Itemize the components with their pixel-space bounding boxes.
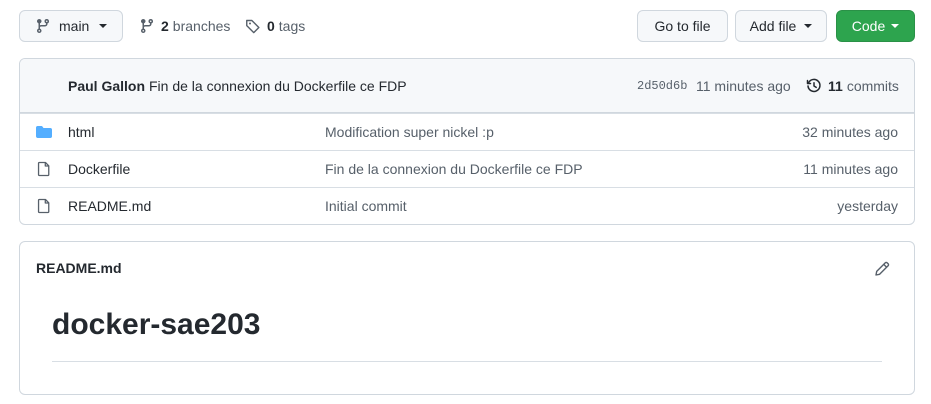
readme-filename: README.md — [36, 260, 122, 276]
file-commit-age: 32 minutes ago — [802, 124, 898, 140]
branch-select-label: main — [59, 18, 90, 34]
file-name-link[interactable]: README.md — [68, 198, 151, 214]
file-commit-message-link[interactable]: Fin de la connexion du Dockerfile ce FDP — [325, 161, 583, 177]
git-branch-icon — [36, 19, 49, 34]
add-file-label: Add file — [749, 18, 797, 34]
readme-panel: README.md docker-sae203 — [19, 241, 915, 395]
repo-toolbar: main 2 branches 0 tags Go to file Add fi… — [19, 10, 915, 42]
branches-label: branches — [172, 18, 231, 34]
readme-heading-divider — [52, 361, 882, 362]
go-to-file-label: Go to file — [654, 18, 711, 34]
tags-count: 0 — [267, 18, 275, 34]
commit-count: 11 — [828, 77, 843, 94]
file-commit-age: 11 minutes ago — [803, 161, 898, 177]
file-commit-age: yesterday — [837, 198, 898, 214]
git-branch-icon — [140, 19, 153, 34]
commit-author-link[interactable]: Paul Gallon — [68, 78, 145, 94]
file-icon — [37, 161, 50, 177]
branches-count: 2 — [161, 18, 169, 34]
branches-link[interactable]: 2 branches — [139, 10, 230, 42]
readme-heading: docker-sae203 — [52, 308, 261, 341]
commit-sha-link[interactable]: 2d50d6b — [637, 79, 687, 93]
file-commit-message-link[interactable]: Modification super nickel :p — [325, 124, 494, 140]
code-button[interactable]: Code — [836, 10, 915, 42]
add-file-button[interactable]: Add file — [735, 10, 827, 42]
commit-count-label: commits — [846, 77, 899, 94]
commit-message-link[interactable]: Fin de la connexion du Dockerfile ce FDP — [149, 78, 407, 94]
file-row-html[interactable]: html Modification super nickel :p 32 min… — [20, 113, 914, 150]
history-icon — [806, 78, 821, 92]
commit-age: 11 minutes ago — [696, 77, 791, 94]
go-to-file-button[interactable]: Go to file — [637, 10, 728, 42]
file-browser: Paul Gallon Fin de la connexion du Docke… — [19, 58, 915, 225]
chevron-down-icon — [891, 24, 900, 28]
file-name-link[interactable]: Dockerfile — [68, 161, 130, 177]
file-row-dockerfile[interactable]: Dockerfile Fin de la connexion du Docker… — [20, 150, 914, 187]
tags-link[interactable]: 0 tags — [245, 10, 305, 42]
commits-history-link[interactable]: 11 commits — [806, 78, 899, 94]
latest-commit-bar: Paul Gallon Fin de la connexion du Docke… — [20, 59, 914, 113]
chevron-down-icon — [99, 24, 108, 28]
folder-icon — [36, 126, 52, 138]
pencil-icon[interactable] — [874, 261, 890, 277]
file-icon — [37, 198, 50, 214]
file-row-readme[interactable]: README.md Initial commit yesterday — [20, 187, 914, 224]
code-label: Code — [851, 18, 886, 34]
file-name-link[interactable]: html — [68, 124, 94, 140]
branch-select-button[interactable]: main — [19, 10, 123, 42]
file-commit-message-link[interactable]: Initial commit — [325, 198, 407, 214]
tag-icon — [246, 19, 260, 34]
tags-label: tags — [278, 18, 306, 34]
chevron-down-icon — [804, 24, 813, 28]
